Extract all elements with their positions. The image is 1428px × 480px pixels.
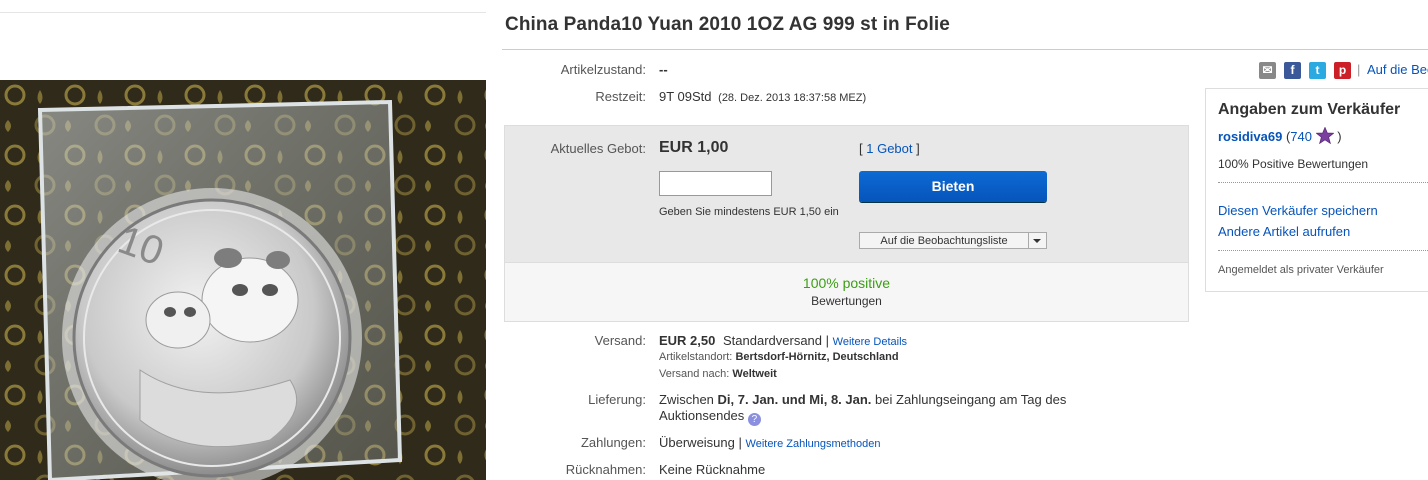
current-bid-label: Aktuelles Gebot: <box>550 141 646 156</box>
coin-image: 10 <box>0 80 486 480</box>
photo-frame-border <box>0 12 486 13</box>
feedback-label: Bewertungen <box>811 294 882 308</box>
seller-identity: rosidiva69 (740 ) <box>1218 126 1342 145</box>
ships-to-row: Versand nach: Weltweit <box>659 368 777 380</box>
seller-positive: 100% Positive Bewertungen <box>1218 157 1369 171</box>
seller-heading: Angaben zum Verkäufer <box>1218 101 1401 118</box>
help-icon[interactable]: ? <box>747 413 761 426</box>
time-left-value: 9T 09Std <box>659 89 712 104</box>
bid-count: [ 1 Gebot ] <box>859 141 920 156</box>
facebook-icon[interactable]: f <box>1284 62 1301 79</box>
shipping-label: Versand: <box>594 333 646 348</box>
item-location-row: Artikelstandort: Bertsdorf-Hörnitz, Deut… <box>659 351 899 363</box>
current-bid-price: EUR 1,00 <box>659 139 729 156</box>
watch-link-top[interactable]: Auf die Beo <box>1367 62 1428 77</box>
delivery-label: Lieferung: <box>588 392 646 407</box>
seller-divider-2 <box>1218 250 1428 251</box>
delivery-prefix: Zwischen <box>659 392 714 407</box>
ships-to-label: Versand nach: <box>659 368 730 380</box>
shipping-method: Standardversand <box>723 333 823 348</box>
delivery-line-2: Auktionsendes ? <box>659 408 761 426</box>
delivery-line-1: Zwischen Di, 7. Jan. und Mi, 8. Jan. bei… <box>659 392 1066 407</box>
bid-count-close: ] <box>916 141 920 156</box>
shipping-separator: | <box>825 333 830 348</box>
product-photo[interactable]: 10 <box>0 80 486 480</box>
add-to-watchlist-button[interactable]: Auf die Beobachtungsliste <box>859 232 1029 249</box>
share-separator: | <box>1357 62 1361 77</box>
shipping-row: EUR 2,50 Standardversand | Weitere Detai… <box>659 333 907 348</box>
end-time: (28. Dez. 2013 18:37:58 MEZ) <box>718 92 867 104</box>
delivery-dates: Di, 7. Jan. und Mi, 8. Jan. <box>717 392 872 407</box>
pinterest-icon[interactable]: p <box>1334 62 1351 79</box>
min-bid-hint: Geben Sie mindestens EUR 1,50 ein <box>659 206 839 218</box>
more-payment-link[interactable]: Weitere Zahlungsmethoden <box>746 438 881 450</box>
ships-to-value: Weltweit <box>732 368 777 380</box>
condition-label: Artikelzustand: <box>560 62 646 77</box>
item-title: China Panda10 Yuan 2010 1OZ AG 999 st in… <box>505 14 950 35</box>
email-icon[interactable]: ✉ <box>1259 62 1276 79</box>
condition-value: -- <box>659 62 668 77</box>
delivery-suffix: bei Zahlungseingang am Tag des <box>875 392 1067 407</box>
bid-count-open: [ <box>859 141 863 156</box>
seller-score-close: ) <box>1337 129 1342 144</box>
save-seller-link[interactable]: Diesen Verkäufer speichern <box>1218 203 1378 218</box>
title-divider <box>502 49 1428 50</box>
watchlist-dropdown-button[interactable] <box>1029 232 1047 249</box>
other-items-link[interactable]: Andere Artikel aufrufen <box>1218 224 1350 239</box>
item-location-value: Bertsdorf-Hörnitz, Deutschland <box>735 351 899 363</box>
returns-label: Rücknahmen: <box>565 462 646 477</box>
twitter-icon[interactable]: t <box>1309 62 1326 79</box>
seller-type: Angemeldet als privater Verkäufer <box>1218 264 1384 276</box>
seller-name-link[interactable]: rosidiva69 <box>1218 129 1282 144</box>
bid-button[interactable]: Bieten <box>859 171 1047 202</box>
time-left-label: Restzeit: <box>595 89 646 104</box>
delivery-line2-text: Auktionsendes <box>659 408 745 423</box>
returns-value: Keine Rücknahme <box>659 462 766 477</box>
feedback-percent: 100% positive <box>802 275 891 291</box>
payment-separator: | <box>738 435 742 450</box>
time-left-row: 9T 09Std (28. Dez. 2013 18:37:58 MEZ) <box>659 89 866 104</box>
chevron-down-icon <box>1033 239 1041 243</box>
shipping-details-link[interactable]: Weitere Details <box>833 336 907 348</box>
bid-amount-input[interactable] <box>659 171 772 196</box>
seller-score-link[interactable]: 740 <box>1290 129 1312 144</box>
payment-value: Überweisung <box>659 435 735 450</box>
feedback-panel <box>504 262 1189 322</box>
seller-divider-1 <box>1218 182 1428 183</box>
item-location-label: Artikelstandort: <box>659 351 733 363</box>
shipping-cost: EUR 2,50 <box>659 333 716 348</box>
payment-row: Überweisung | Weitere Zahlungsmethoden <box>659 435 880 450</box>
bid-count-link[interactable]: 1 Gebot <box>866 141 912 156</box>
payment-label: Zahlungen: <box>580 435 646 450</box>
purple-star-icon <box>1315 126 1335 145</box>
